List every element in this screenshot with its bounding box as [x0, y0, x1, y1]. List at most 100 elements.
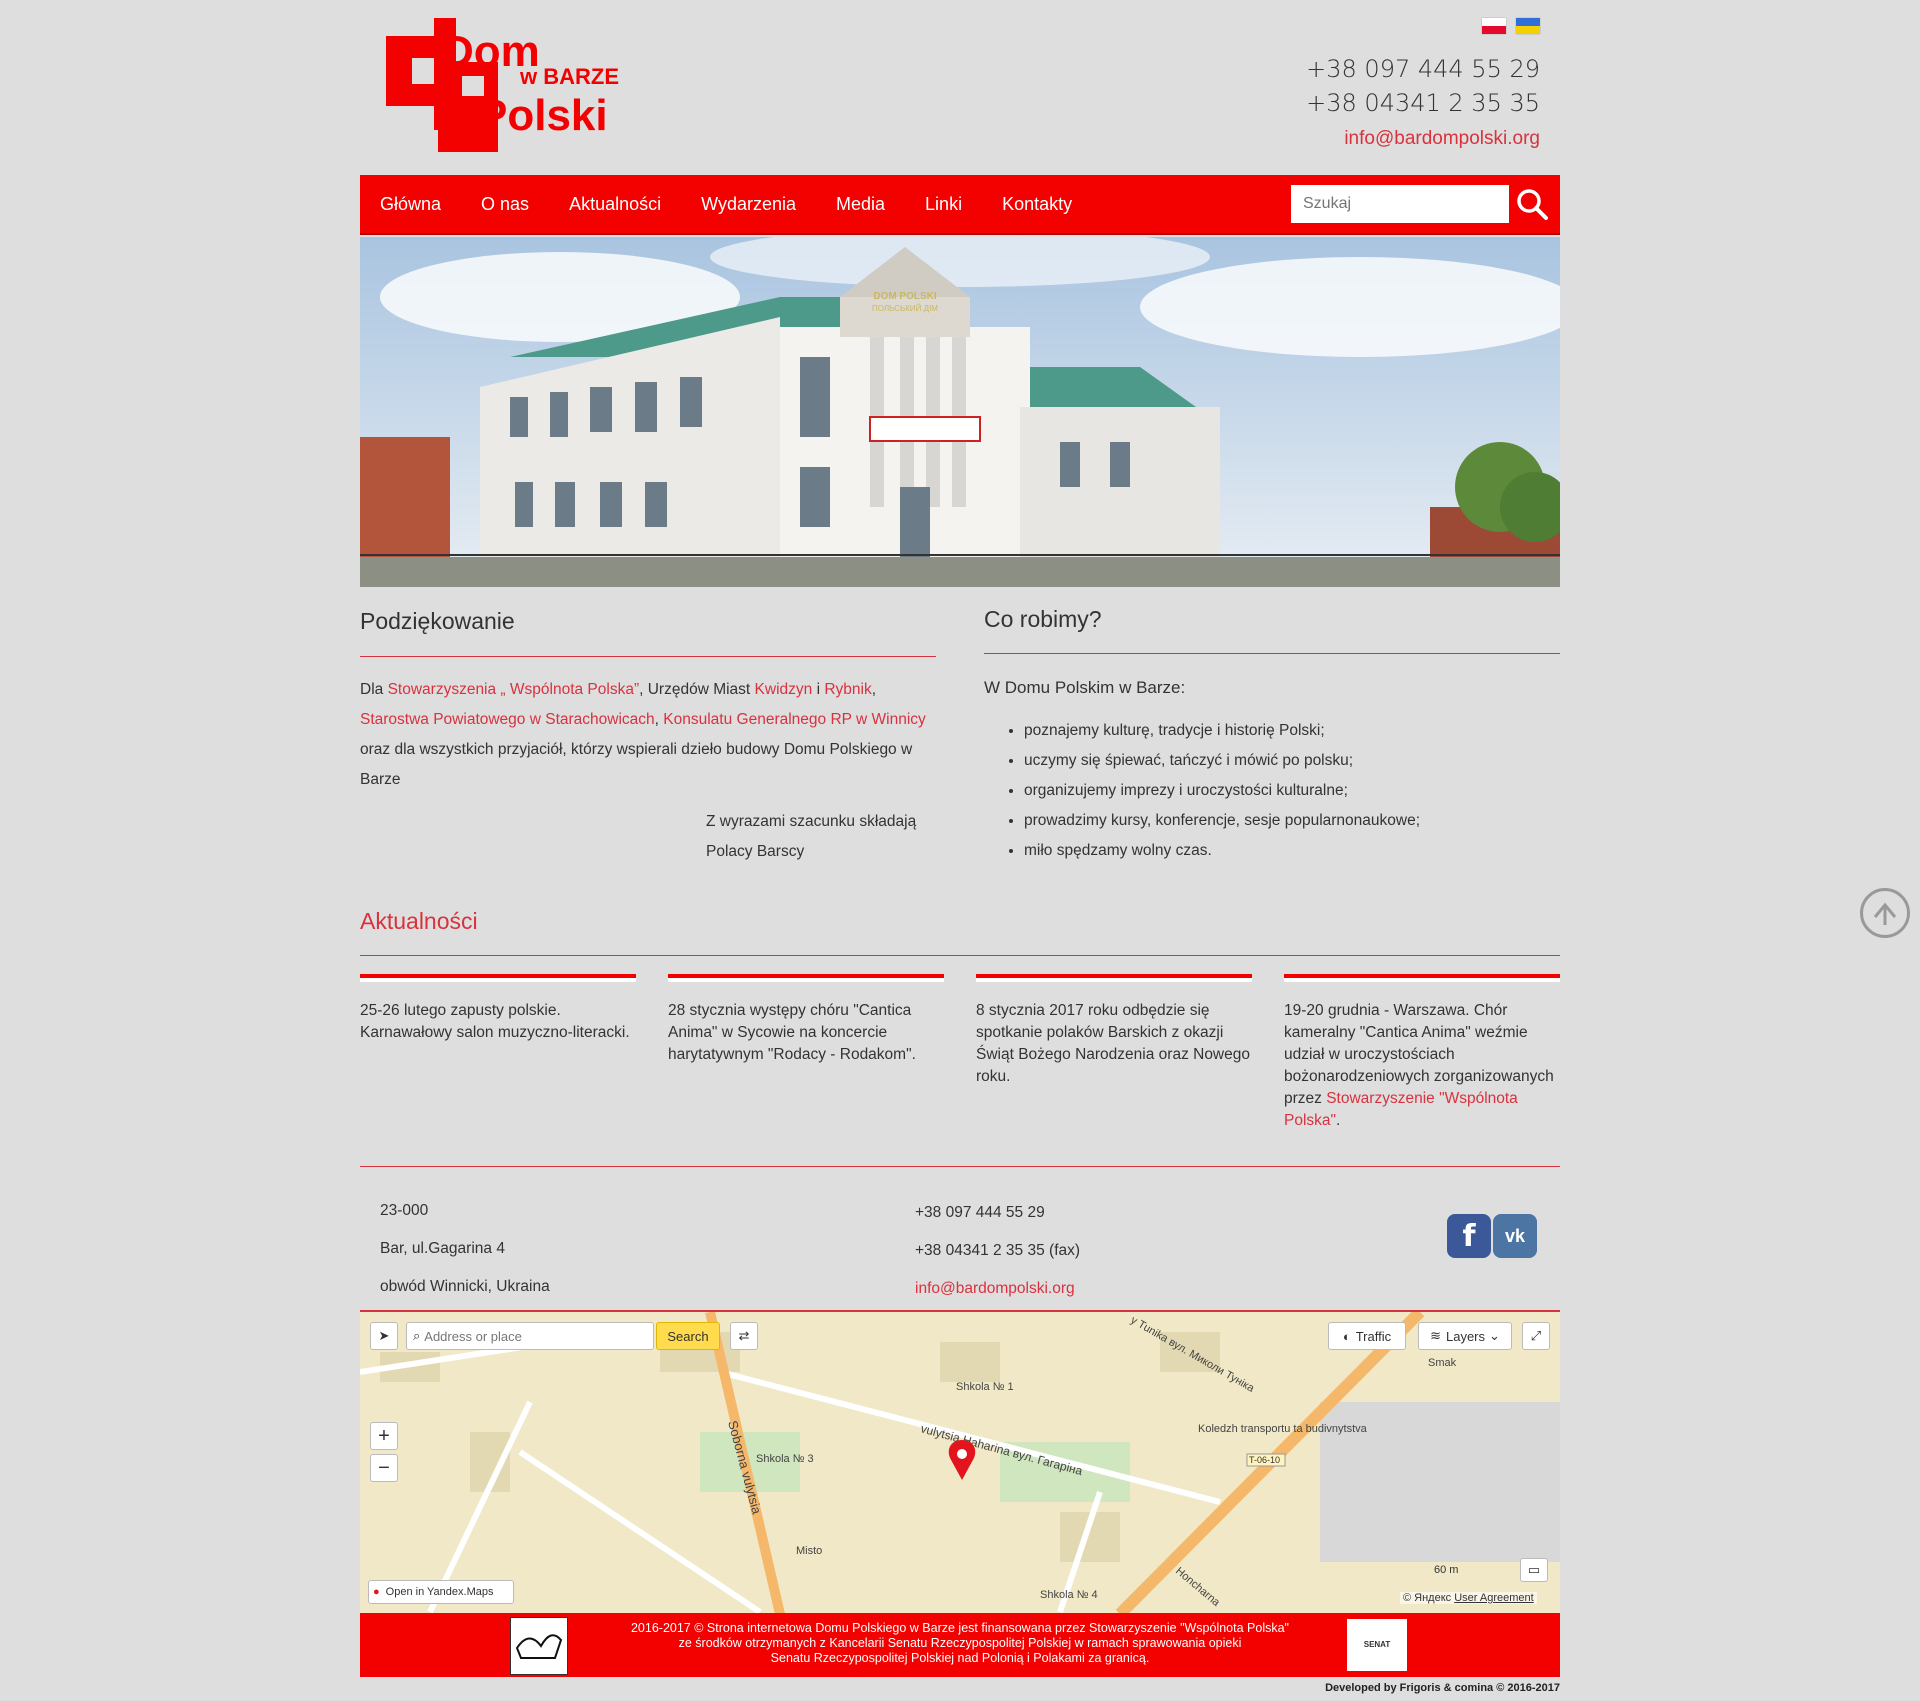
- news-item[interactable]: 28 stycznia występy chóru "Cantica Anima…: [668, 974, 944, 1132]
- map-poi-label: Shkola № 1: [956, 1381, 1014, 1393]
- search-icon: ⌕: [413, 1328, 421, 1343]
- activities-intro: W Domu Polskim w Barze:: [984, 678, 1186, 697]
- map-copyright: © Яндекс User Agreement: [1400, 1592, 1537, 1604]
- news-item[interactable]: 8 stycznia 2017 roku odbędzie się spotka…: [976, 974, 1252, 1132]
- main-nav: Główna O nas Aktualności Wydarzenia Medi…: [360, 175, 1560, 235]
- funding-text: 2016-2017 © Strona internetowa Domu Pols…: [570, 1621, 1350, 1666]
- news-divider: [668, 974, 944, 982]
- news-divider: [1284, 974, 1560, 982]
- news-divider: [360, 974, 636, 982]
- link-rybnik[interactable]: Rybnik: [824, 681, 871, 698]
- vk-icon[interactable]: vk: [1493, 1214, 1537, 1258]
- header-phone-2[interactable]: +38 04341 2 35 35: [1306, 86, 1540, 120]
- news-grid: 25-26 lutego zapusty polskie. Karnawałow…: [360, 974, 1560, 1132]
- thanks-paragraph: Dla Stowarzyszenia „ Wspólnota Polska”, …: [360, 675, 936, 795]
- thanks-text: , Urzędów Miast: [639, 681, 755, 698]
- map-poi-label: Misto: [796, 1545, 822, 1557]
- zoom-in-button[interactable]: +: [370, 1422, 398, 1450]
- search-input[interactable]: [1291, 185, 1509, 223]
- developer-credit[interactable]: Developed by Frigoris & comina © 2016-20…: [1325, 1682, 1560, 1694]
- facebook-icon[interactable]: f: [1447, 1214, 1491, 1258]
- activities-section: Co robimy? W Domu Polskim w Barze: pozna…: [984, 606, 1560, 866]
- link-starostwo[interactable]: Starostwa Powiatowego w Starachowicach: [360, 711, 655, 728]
- news-item[interactable]: 25-26 lutego zapusty polskie. Karnawałow…: [360, 974, 636, 1132]
- news-text[interactable]: 8 stycznia 2017 roku odbędzie się spotka…: [976, 1002, 1250, 1085]
- signature-line-2: Polacy Barscy: [706, 843, 805, 860]
- funding-line-2: ze środków otrzymanych z Kancelarii Sena…: [678, 1636, 1242, 1650]
- open-in-yandex-label: Open in Yandex.Maps: [385, 1586, 494, 1598]
- route-icon[interactable]: ⇄: [730, 1322, 758, 1350]
- ruler-icon[interactable]: ▭: [1520, 1558, 1548, 1582]
- contact-email-link[interactable]: info@bardompolski.org: [915, 1270, 1080, 1308]
- map-search-input[interactable]: ⌕ Address or place: [406, 1322, 654, 1350]
- news-title[interactable]: Aktualności: [360, 908, 1560, 956]
- nav-item-linki[interactable]: Linki: [905, 194, 982, 215]
- news-item[interactable]: 19-20 grudnia - Warszawa. Chór kameralny…: [1284, 974, 1560, 1132]
- address-street: Bar, ul.Gagarina 4: [380, 1240, 505, 1257]
- activities-list: poznajemy kulturę, tradycje i historię P…: [984, 716, 1560, 866]
- logo-text-2: w BARZE: [519, 64, 619, 89]
- logo-text-3: Polski: [478, 91, 608, 140]
- list-item: poznajemy kulturę, tradycje i historię P…: [1024, 716, 1560, 746]
- funding-line-1: 2016-2017 © Strona internetowa Domu Pols…: [630, 1621, 1289, 1635]
- link-konsulat[interactable]: Konsulatu Generalnego RP w Winnicy: [663, 711, 926, 728]
- traffic-button[interactable]: ◐ Traffic: [1328, 1322, 1406, 1350]
- nav-item-aktualnosci[interactable]: Aktualności: [549, 194, 681, 215]
- fullscreen-icon[interactable]: ⤢: [1522, 1322, 1550, 1350]
- activities-title: Co robimy?: [984, 606, 1560, 654]
- search-icon[interactable]: [1513, 185, 1551, 223]
- thanks-signature: Z wyrazami szacunku składają Polacy Bars…: [706, 807, 936, 867]
- map-search-placeholder: Address or place: [424, 1328, 522, 1344]
- site-logo[interactable]: Dom w BARZE Polski: [382, 16, 622, 156]
- map-search-button[interactable]: Search: [656, 1322, 720, 1350]
- map-agreement-link[interactable]: User Agreement: [1454, 1592, 1533, 1604]
- geolocate-icon[interactable]: ➤: [370, 1322, 398, 1350]
- address-block: 23-000 Bar, ul.Gagarina 4 obwód Winnicki…: [380, 1192, 550, 1306]
- link-wspolnota-polska[interactable]: Stowarzyszenia „ Wspólnota Polska”: [388, 681, 640, 698]
- map-copyright-text: © Яндекс: [1403, 1592, 1452, 1604]
- layers-icon: ≋: [1430, 1328, 1441, 1343]
- list-item: miło spędzamy wolny czas.: [1024, 836, 1560, 866]
- hero-sign-1: DOM POLSKI: [873, 291, 937, 302]
- news-text[interactable]: 28 stycznia występy chóru "Cantica Anima…: [668, 1002, 916, 1063]
- header-email-link[interactable]: info@bardompolski.org: [1344, 128, 1540, 150]
- contact-phone[interactable]: +38 097 444 55 29: [915, 1194, 1080, 1232]
- signature-line-1: Z wyrazami szacunku składają: [706, 813, 917, 830]
- map-widget[interactable]: vulytsia Haharina вул. Гагаріна Soborna …: [360, 1310, 1560, 1614]
- flag-ua-icon[interactable]: [1516, 18, 1540, 34]
- list-item: organizujemy imprezy i uroczystości kult…: [1024, 776, 1560, 806]
- list-item: prowadzimy kursy, konferencje, sesje pop…: [1024, 806, 1560, 836]
- scroll-to-top-button[interactable]: [1860, 888, 1910, 938]
- map-poi-label: Koledzh transportu ta budivnytstva: [1198, 1423, 1368, 1435]
- map-road-label: T-06-10: [1249, 1455, 1280, 1465]
- map-poi-label: Smak: [1428, 1357, 1457, 1369]
- nav-item-wydarzenia[interactable]: Wydarzenia: [681, 194, 816, 215]
- nav-item-o-nas[interactable]: O nas: [461, 194, 549, 215]
- news-text: .: [1336, 1112, 1341, 1129]
- map-poi-label: Shkola № 3: [756, 1453, 814, 1465]
- wspolnota-logo-icon: [510, 1617, 568, 1675]
- link-kwidzyn[interactable]: Kwidzyn: [755, 681, 813, 698]
- news-text[interactable]: 25-26 lutego zapusty polskie. Karnawałow…: [360, 1002, 630, 1041]
- traffic-icon: ◐: [1342, 1328, 1351, 1344]
- flag-pl-icon[interactable]: [1482, 18, 1506, 34]
- nav-item-glowna[interactable]: Główna: [360, 194, 461, 215]
- map-pin-icon: ●: [373, 1586, 380, 1598]
- thanks-text: oraz dla wszystkich przyjaciół, którzy w…: [360, 741, 913, 788]
- contact-fax: +38 04341 2 35 35 (fax): [915, 1242, 1081, 1259]
- nav-item-media[interactable]: Media: [816, 194, 905, 215]
- senat-logo-icon: SENAT: [1347, 1619, 1407, 1671]
- thanks-text: ,: [871, 681, 877, 698]
- layers-button[interactable]: ≋ Layers ⌄: [1418, 1322, 1512, 1350]
- header-phone-1[interactable]: +38 097 444 55 29: [1306, 52, 1540, 86]
- chevron-down-icon: ⌄: [1489, 1328, 1500, 1343]
- thanks-title: Podziękowanie: [360, 606, 936, 657]
- zoom-out-button[interactable]: −: [370, 1454, 398, 1482]
- nav-item-kontakty[interactable]: Kontakty: [982, 194, 1092, 215]
- news-divider: [976, 974, 1252, 982]
- address-region: obwód Winnicki, Ukraina: [380, 1278, 550, 1295]
- thanks-text: ,: [654, 711, 664, 728]
- thanks-text: i: [812, 681, 825, 698]
- thanks-text: Dla: [360, 681, 388, 698]
- open-in-yandex-link[interactable]: ● Open in Yandex.Maps: [368, 1580, 514, 1604]
